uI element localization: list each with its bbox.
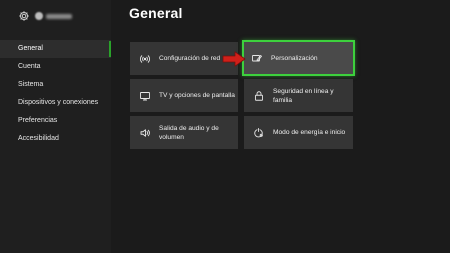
tile-label: Salida de audio y de volumen	[159, 124, 219, 141]
avatar	[35, 12, 43, 20]
gear-icon	[19, 11, 29, 21]
power-settings-icon	[254, 127, 263, 137]
sidebar-item-preferencias[interactable]: Preferencias	[0, 112, 111, 130]
sidebar-item-sistema[interactable]: Sistema	[0, 76, 111, 94]
tile-personalization[interactable]: Personalización	[242, 40, 355, 76]
tile-label: TV y opciones de pantalla	[159, 92, 235, 99]
sidebar: General Cuenta Sistema Dispositivos y co…	[0, 0, 111, 253]
tv-icon	[140, 91, 150, 100]
tile-label: Modo de energía e inicio	[273, 129, 346, 136]
sidebar-item-general[interactable]: General	[0, 40, 111, 58]
speaker-icon	[140, 128, 150, 137]
tile-tv-display[interactable]: TV y opciones de pantalla	[130, 79, 238, 112]
tile-online-safety[interactable]: Seguridad en línea y familia	[244, 79, 353, 112]
sidebar-item-cuenta[interactable]: Cuenta	[0, 58, 111, 76]
red-arrow-annotation	[222, 51, 246, 67]
tile-label: Personalización	[271, 54, 318, 62]
tile-label: Configuración de red	[159, 55, 221, 62]
tile-power-mode[interactable]: Modo de energía e inicio	[244, 116, 353, 149]
settings-nav: General Cuenta Sistema Dispositivos y co…	[0, 40, 111, 148]
gamertag-blurred	[46, 13, 72, 19]
sidebar-item-accesibilidad[interactable]: Accesibilidad	[0, 130, 111, 148]
personalization-icon	[252, 55, 262, 62]
tile-label: Seguridad en línea y familia	[273, 87, 334, 104]
sidebar-item-dispositivos[interactable]: Dispositivos y conexiones	[0, 94, 111, 112]
page-title: General	[129, 5, 183, 21]
network-icon	[140, 54, 150, 63]
tile-audio-output[interactable]: Salida de audio y de volumen	[130, 116, 238, 149]
profile-header[interactable]	[18, 10, 72, 22]
settings-screen: General Cuenta Sistema Dispositivos y co…	[0, 0, 450, 253]
lock-icon	[255, 90, 263, 101]
